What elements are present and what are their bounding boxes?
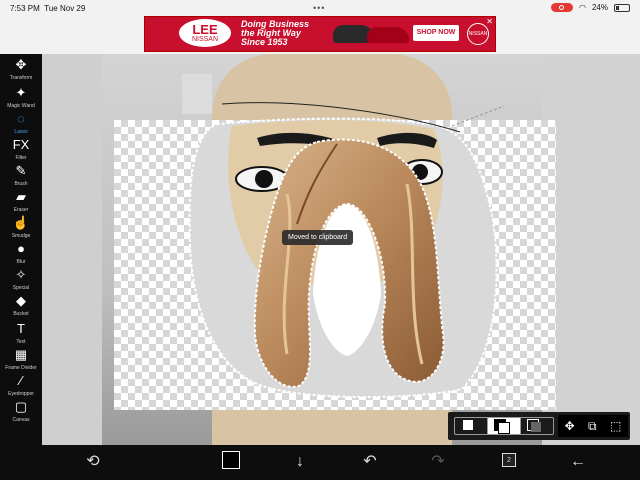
tool-special[interactable]: ✧ Special: [0, 266, 42, 291]
ad-close-icon[interactable]: ✕: [486, 17, 493, 26]
screen-record-icon[interactable]: [551, 3, 573, 12]
hair-cutout: [253, 138, 445, 388]
tool-sidebar: ✥ Transform ✦ Magic Wand ◌ Lasso FX Filter ✎ Brus…: [0, 54, 42, 445]
lasso-icon: ◌: [17, 111, 25, 126]
selection-subtract-icon-overlay: [531, 422, 541, 432]
selection-add-button[interactable]: [488, 418, 521, 434]
selection-subtract-button[interactable]: [521, 418, 553, 434]
tool-brush[interactable]: ✎ Brush: [0, 162, 42, 187]
tool-bucket[interactable]: ◆ Bucket: [0, 292, 42, 317]
selection-new-icon: [463, 420, 473, 430]
selection-add-icon-overlay: [498, 422, 510, 434]
tool-label: Smudge: [11, 233, 31, 239]
tool-label: Blur: [16, 259, 26, 265]
tool-lasso[interactable]: ◌ Lasso: [0, 110, 42, 135]
tool-label: Text: [16, 339, 26, 345]
bottom-toolbar: ⟲ ↓ ↶ ↷ 2 ←: [0, 445, 640, 480]
tool-filter[interactable]: FX Filter: [0, 136, 42, 161]
ad-brand-badge: NISSAN: [467, 23, 489, 45]
tool-label: Transform: [9, 75, 33, 81]
multitasking-dots[interactable]: •••: [313, 3, 325, 13]
smudge-icon: ☝: [12, 215, 30, 230]
tool-frame-divider[interactable]: ▦ Frame Divider: [0, 346, 42, 371]
ad-shop-now-button[interactable]: SHOP NOW: [413, 25, 459, 41]
tool-label: Eyedropper: [8, 391, 34, 397]
tool-canvas[interactable]: ▢ Canvas: [0, 398, 42, 423]
tool-blur[interactable]: ● Blur: [0, 240, 42, 265]
transform-icon: ✥: [15, 57, 27, 72]
adjust-icon[interactable]: ⟲: [80, 451, 106, 473]
tool-label: Eraser: [13, 207, 29, 213]
tool-label: Frame Divider: [5, 365, 37, 371]
ad-logo-sub: NISSAN: [191, 36, 219, 43]
layers-button[interactable]: 2: [502, 453, 516, 467]
ad-logo-main: LEE: [192, 22, 218, 37]
selection-mode-panel: ✥ ⧉ ⬚: [448, 412, 630, 440]
tool-transform[interactable]: ✥ Transform: [0, 56, 42, 81]
frame-divider-icon: ▦: [14, 347, 28, 362]
tool-label: Special: [12, 285, 30, 291]
ad-copy: Doing Business the Right Way Since 1953: [241, 20, 309, 47]
tool-label: Brush: [14, 181, 28, 187]
brush-icon: ✎: [15, 163, 27, 178]
tool-text[interactable]: T Text: [0, 320, 42, 345]
back-arrow-icon[interactable]: ←: [565, 451, 591, 473]
clipboard-toast: Moved to clipboard: [282, 230, 354, 245]
selection-mode-group: [454, 417, 554, 435]
selection-actions: ✥ ⧉ ⬚: [558, 415, 628, 437]
bucket-icon: ◆: [16, 293, 26, 308]
ad-line-3: Since 1953: [241, 37, 288, 47]
primary-color-swatch[interactable]: [222, 451, 240, 469]
eyedropper-icon: ⁄: [19, 373, 23, 388]
tool-magic-wand[interactable]: ✦ Magic Wand: [0, 84, 42, 109]
magic-wand-icon: ✦: [15, 85, 27, 100]
tool-eyedropper[interactable]: ⁄ Eyedropper: [0, 372, 42, 397]
canvas-area[interactable]: Moved to clipboard: [42, 54, 640, 445]
tool-eraser[interactable]: ▰ Eraser: [0, 188, 42, 213]
status-right: ◠ 24%: [551, 3, 630, 12]
text-icon: T: [17, 321, 25, 336]
canvas-icon: ▢: [14, 399, 28, 414]
filter-icon: FX: [12, 137, 30, 152]
wifi-icon: ◠: [579, 3, 586, 12]
battery-percent: 24%: [591, 3, 608, 12]
redo-icon[interactable]: ↷: [425, 451, 451, 473]
download-icon[interactable]: ↓: [287, 451, 313, 473]
selection-new-button[interactable]: [455, 418, 488, 434]
tool-label: Canvas: [12, 417, 30, 423]
tool-label: Magic Wand: [7, 103, 35, 109]
tool-label: Lasso: [14, 129, 28, 135]
ad-car-red: [367, 27, 409, 43]
tool-smudge[interactable]: ☝ Smudge: [0, 214, 42, 239]
eraser-icon: ▰: [16, 189, 26, 204]
battery-icon: [614, 3, 630, 12]
deselect-icon[interactable]: ⬚: [610, 419, 621, 433]
status-time: 7:53 PM Tue Nov 29: [10, 4, 86, 13]
tool-label: Filter: [15, 155, 27, 161]
special-icon: ✧: [15, 267, 27, 282]
ad-logo: LEE NISSAN: [179, 19, 231, 47]
tool-label: Bucket: [13, 311, 29, 317]
status-bar: 7:53 PM Tue Nov 29 ••• ◠ 24%: [0, 0, 640, 16]
select-all-icon[interactable]: ⧉: [588, 419, 597, 434]
blur-icon: ●: [17, 241, 25, 256]
ad-strip: LEE NISSAN Doing Business the Right Way …: [0, 16, 640, 54]
undo-icon[interactable]: ↶: [357, 451, 383, 473]
move-selection-icon[interactable]: ✥: [565, 419, 575, 433]
ad-banner[interactable]: LEE NISSAN Doing Business the Right Way …: [144, 16, 496, 52]
